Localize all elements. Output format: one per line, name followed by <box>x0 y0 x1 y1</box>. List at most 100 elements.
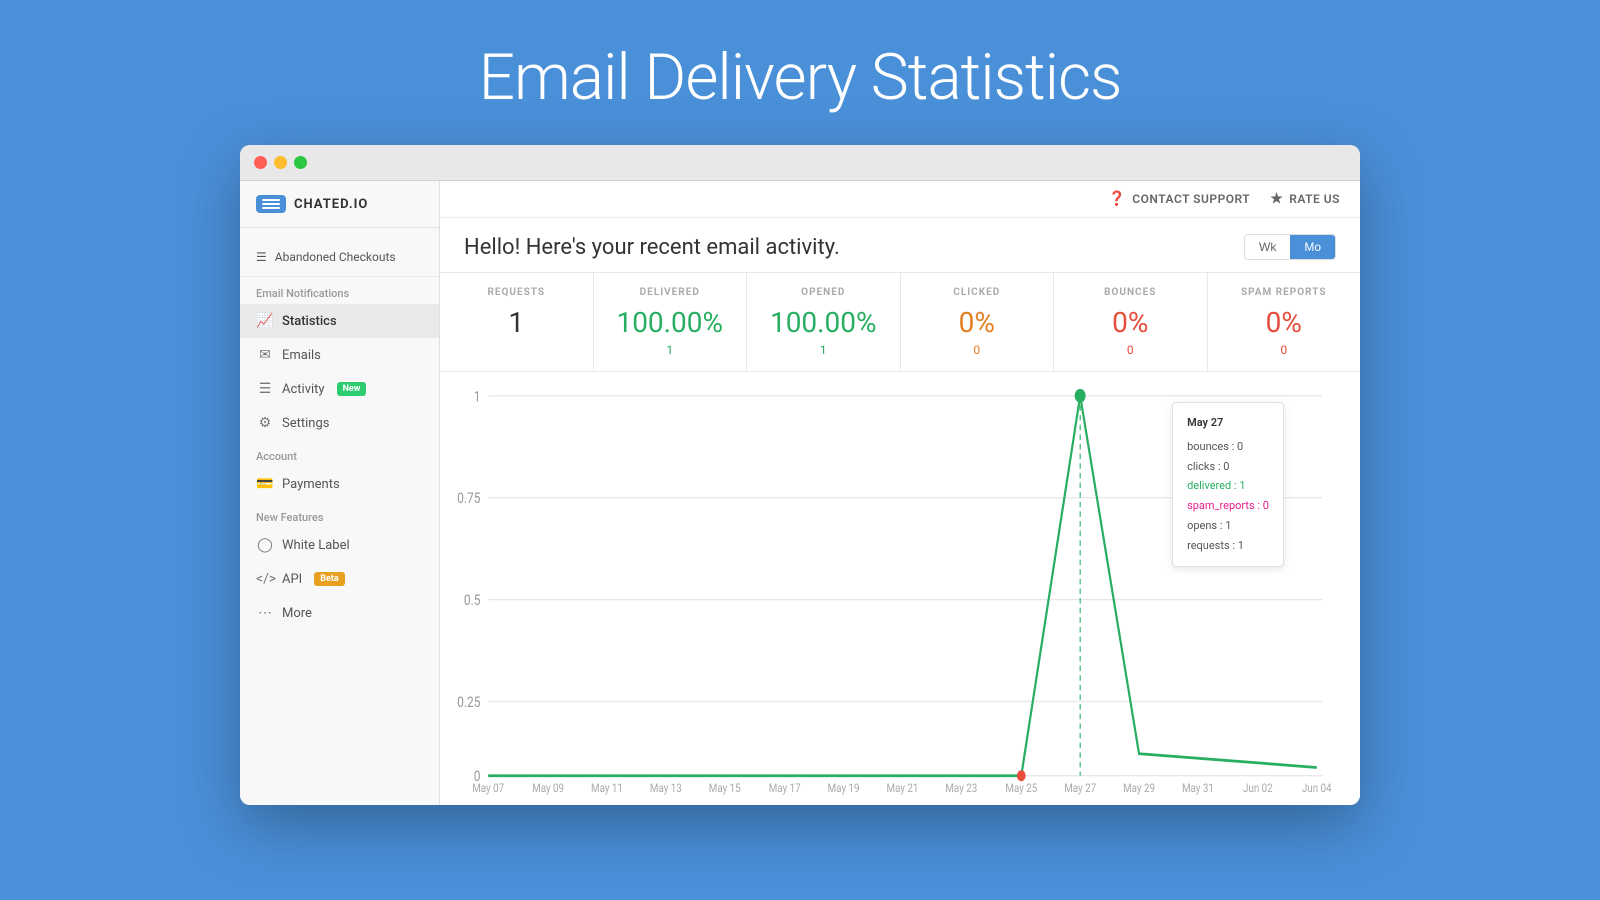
logo-icon <box>256 195 286 213</box>
close-button[interactable] <box>254 156 267 169</box>
bounces-sub: 0 <box>1074 343 1187 357</box>
payments-label: Payments <box>282 477 340 492</box>
svg-text:May 13: May 13 <box>650 781 682 795</box>
delivered-label: DELIVERED <box>614 287 727 298</box>
sidebar-logo[interactable]: CHATED.IO <box>240 181 439 228</box>
stat-card-spam: SPAM REPORTS 0% 0 <box>1208 273 1361 371</box>
svg-text:Jun 02: Jun 02 <box>1243 781 1273 795</box>
payments-icon: 💳 <box>256 476 274 492</box>
opened-sub: 1 <box>767 343 880 357</box>
contact-support-link[interactable]: ❓ CONTACT SUPPORT <box>1108 191 1250 207</box>
svg-text:May 21: May 21 <box>887 781 919 795</box>
svg-text:0.25: 0.25 <box>457 694 481 712</box>
bounces-label: BOUNCES <box>1074 287 1187 298</box>
spam-value: 0% <box>1228 306 1341 339</box>
svg-text:May 25: May 25 <box>1005 781 1037 795</box>
chart-container: 1 0.75 0.5 0.25 0 May 07 <box>450 382 1344 795</box>
chart-svg: 1 0.75 0.5 0.25 0 May 07 <box>450 382 1344 795</box>
sidebar-item-settings[interactable]: ⚙ Settings <box>240 406 439 440</box>
stat-card-clicked: CLICKED 0% 0 <box>901 273 1055 371</box>
activity-label: Activity <box>282 382 325 397</box>
maximize-button[interactable] <box>294 156 307 169</box>
activity-new-badge: New <box>337 382 367 396</box>
sidebar-item-payments[interactable]: 💳 Payments <box>240 467 439 501</box>
top-nav: ❓ CONTACT SUPPORT ★ RATE US <box>440 181 1360 218</box>
svg-text:0.75: 0.75 <box>457 490 481 508</box>
svg-text:May 11: May 11 <box>591 781 623 795</box>
logo-text: CHATED.IO <box>294 197 368 212</box>
svg-text:Jun 04: Jun 04 <box>1302 781 1332 795</box>
svg-text:May 31: May 31 <box>1182 781 1214 795</box>
more-label: More <box>282 606 312 621</box>
statistics-label: Statistics <box>282 314 337 329</box>
api-beta-badge: Beta <box>314 572 344 586</box>
opened-value: 100.00% <box>767 306 880 339</box>
sidebar-item-abandoned-checkouts[interactable]: ☰ Abandoned Checkouts <box>240 238 439 277</box>
page-title: Email Delivery Statistics <box>479 40 1122 115</box>
clicked-value: 0% <box>921 306 1034 339</box>
stat-card-bounces: BOUNCES 0% 0 <box>1054 273 1208 371</box>
stats-header: Hello! Here's your recent email activity… <box>440 218 1360 272</box>
white-label-icon: ◯ <box>256 537 274 553</box>
api-label: API <box>282 572 302 587</box>
period-wk-button[interactable]: Wk <box>1245 235 1290 259</box>
spam-label: SPAM REPORTS <box>1228 287 1341 298</box>
svg-text:May 23: May 23 <box>945 781 977 795</box>
svg-text:May 15: May 15 <box>709 781 741 795</box>
spam-sub: 0 <box>1228 343 1341 357</box>
requests-value: 1 <box>460 306 573 339</box>
main-content: ❓ CONTACT SUPPORT ★ RATE US Hello! Here'… <box>440 181 1360 805</box>
rate-us-label: RATE US <box>1289 192 1340 206</box>
sidebar-item-activity[interactable]: ☰ Activity New <box>240 372 439 406</box>
settings-icon: ⚙ <box>256 415 274 431</box>
svg-text:May 07: May 07 <box>472 781 504 795</box>
white-label-label: White Label <box>282 538 350 553</box>
sidebar-item-statistics[interactable]: 📈 Statistics <box>240 304 439 338</box>
support-icon: ❓ <box>1108 191 1126 207</box>
requests-label: REQUESTS <box>460 287 573 298</box>
emails-icon: ✉ <box>256 347 274 363</box>
stat-card-delivered: DELIVERED 100.00% 1 <box>594 273 748 371</box>
rate-us-link[interactable]: ★ RATE US <box>1270 191 1340 207</box>
clicked-sub: 0 <box>921 343 1034 357</box>
period-toggle: Wk Mo <box>1244 234 1336 260</box>
traffic-lights <box>254 156 307 169</box>
more-icon: ⋯ <box>256 605 274 621</box>
stat-card-opened: OPENED 100.00% 1 <box>747 273 901 371</box>
period-mo-button[interactable]: Mo <box>1290 235 1335 259</box>
svg-text:May 17: May 17 <box>769 781 801 795</box>
list-icon: ☰ <box>256 250 267 264</box>
stat-card-requests: REQUESTS 1 <box>440 273 594 371</box>
abandoned-checkouts-label: Abandoned Checkouts <box>275 250 396 264</box>
svg-text:May 09: May 09 <box>532 781 564 795</box>
stats-cards: REQUESTS 1 DELIVERED 100.00% 1 OPENED 10… <box>440 272 1360 372</box>
star-icon: ★ <box>1270 191 1283 207</box>
svg-text:May 19: May 19 <box>828 781 860 795</box>
svg-text:May 29: May 29 <box>1123 781 1155 795</box>
svg-text:0.5: 0.5 <box>464 592 481 610</box>
statistics-icon: 📈 <box>256 313 274 329</box>
sidebar-item-api[interactable]: </> API Beta <box>240 562 439 596</box>
sidebar-item-emails[interactable]: ✉ Emails <box>240 338 439 372</box>
sidebar-item-more[interactable]: ⋯ More <box>240 596 439 630</box>
new-features-section: New Features <box>240 501 439 528</box>
sidebar-nav: ☰ Abandoned Checkouts Email Notification… <box>240 228 439 805</box>
minimize-button[interactable] <box>274 156 287 169</box>
delivered-value: 100.00% <box>614 306 727 339</box>
app-content: CHATED.IO ☰ Abandoned Checkouts Email No… <box>240 181 1360 805</box>
settings-label: Settings <box>282 416 329 431</box>
delivered-sub: 1 <box>614 343 727 357</box>
emails-label: Emails <box>282 348 321 363</box>
bounces-value: 0% <box>1074 306 1187 339</box>
stats-heading: Hello! Here's your recent email activity… <box>464 235 840 260</box>
opened-label: OPENED <box>767 287 880 298</box>
email-notifications-section: Email Notifications <box>240 277 439 304</box>
sidebar-item-white-label[interactable]: ◯ White Label <box>240 528 439 562</box>
svg-text:1: 1 <box>474 388 481 406</box>
clicked-label: CLICKED <box>921 287 1034 298</box>
activity-icon: ☰ <box>256 381 274 397</box>
account-section: Account <box>240 440 439 467</box>
app-window: CHATED.IO ☰ Abandoned Checkouts Email No… <box>240 145 1360 805</box>
contact-support-label: CONTACT SUPPORT <box>1132 192 1250 206</box>
api-icon: </> <box>256 571 274 587</box>
